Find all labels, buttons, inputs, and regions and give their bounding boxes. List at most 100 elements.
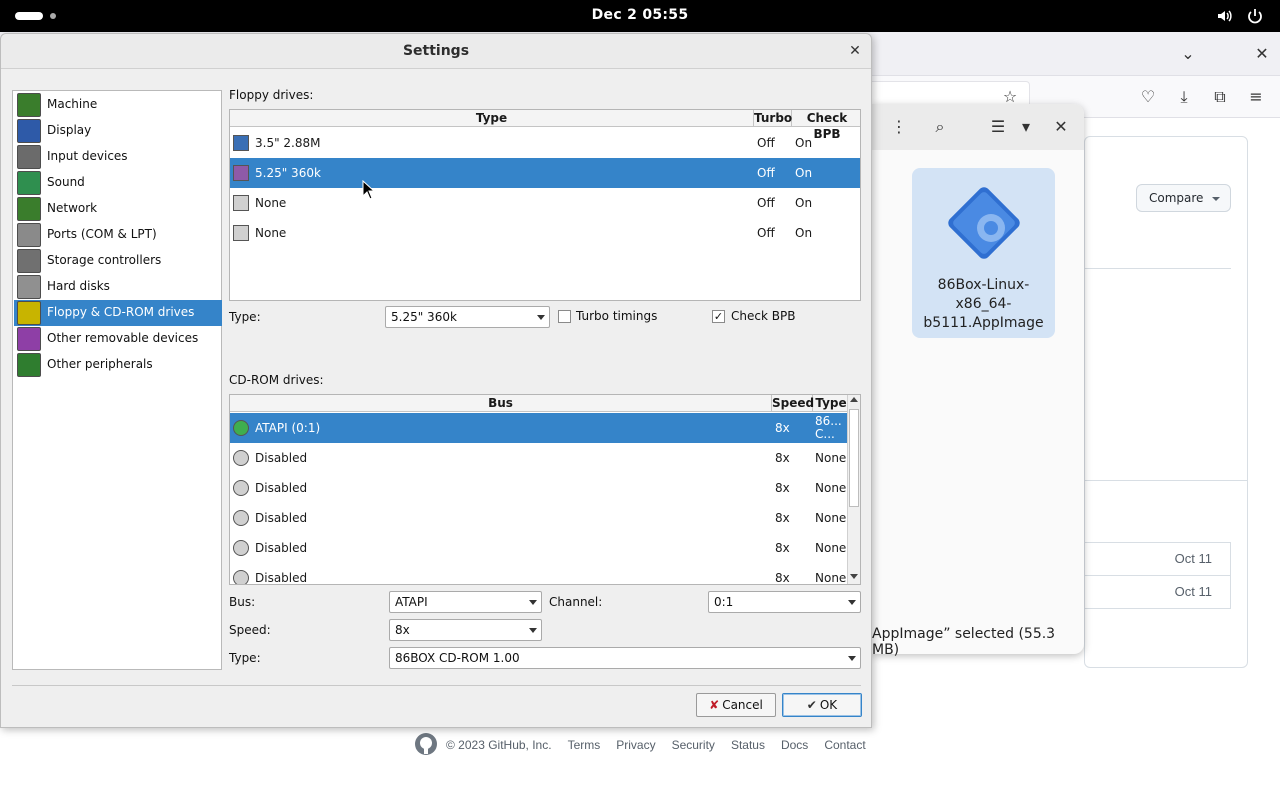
category-item[interactable]: Input devices [14,144,222,170]
activities-indicator[interactable] [15,11,56,21]
date-cell: Oct 11 [1084,575,1231,609]
cdrom-disabled-icon [233,540,249,556]
column-header-type[interactable]: Type [230,110,754,127]
dialog-title: Settings [1,34,871,69]
cell-type: 5.25" 360k [255,166,321,180]
footer-link-docs[interactable]: Docs [781,738,808,752]
cancel-button[interactable]: ✘ Cancel [696,693,776,717]
category-icon [17,93,41,117]
cell-bus: Disabled [255,481,308,495]
footer-link-security[interactable]: Security [672,738,715,752]
cell-turbo: Off [757,196,775,210]
search-icon[interactable]: ⌕ [929,116,951,138]
column-header-check-bpb[interactable]: Check BPB [792,110,860,141]
category-item[interactable]: Ports (COM & LPT) [14,222,222,248]
floppy-type-label: Type: [229,310,261,324]
power-icon[interactable] [1246,7,1264,28]
cdrom-disabled-icon [233,510,249,526]
ok-button[interactable]: ✔ OK [782,693,862,717]
close-icon[interactable]: ✕ [1050,116,1072,138]
channel-value: 0:1 [714,595,734,609]
mouse-cursor [362,179,376,203]
table-row[interactable]: Disabled 8x None [230,533,847,563]
table-row[interactable]: 5.25" 360k Off On [230,158,860,188]
table-row[interactable]: Disabled 8x None [230,503,847,533]
more-options-icon[interactable]: ⋮ [888,116,910,138]
table-row[interactable]: Disabled 8x None [230,473,847,503]
extensions-icon[interactable]: ⧉ [1209,86,1231,108]
category-icon [17,353,41,377]
cdrom-type-select[interactable]: 86BOX CD-ROM 1.00 [389,647,861,669]
check-bpb-checkbox[interactable]: ✓ [712,310,725,323]
menu-icon[interactable]: ≡ [1245,86,1267,108]
cell-type: 3.5" 2.88M [255,136,321,150]
vertical-scrollbar[interactable] [847,395,860,584]
scroll-down-icon[interactable] [850,574,858,579]
floppy-none-icon [233,195,249,211]
turbo-timings-checkbox[interactable] [558,310,571,323]
footer-link-terms[interactable]: Terms [568,738,601,752]
github-logo-icon[interactable] [414,732,438,759]
cell-turbo: Off [757,226,775,240]
cell-turbo: Off [757,166,775,180]
close-icon[interactable]: ✕ [846,42,864,60]
category-label: Ports (COM & LPT) [47,227,157,241]
category-item[interactable]: Storage controllers [14,248,222,274]
footer-link-status[interactable]: Status [731,738,765,752]
category-item[interactable]: Display [14,118,222,144]
table-row[interactable]: None Off On [230,218,860,248]
bus-select[interactable]: ATAPI [389,591,542,613]
cell-type: None [815,571,847,585]
category-item[interactable]: Machine [14,92,222,118]
list-view-icon[interactable]: ☰ [987,116,1009,138]
file-item[interactable]: 86Box-Linux- x86_64- b5111.AppImage [912,168,1055,338]
table-row[interactable]: Disabled 8x None [230,443,847,473]
cell-type: None [255,196,287,210]
bus-label: Bus: [229,595,256,609]
category-item[interactable]: Sound [14,170,222,196]
speed-select[interactable]: 8x [389,619,542,641]
footer-link-privacy[interactable]: Privacy [616,738,655,752]
pocket-icon[interactable]: ♡ [1137,86,1159,108]
column-header-type[interactable]: Type [813,395,849,412]
compare-button[interactable]: Compare [1136,184,1231,212]
category-label: Other removable devices [47,331,199,345]
cancel-label: Cancel [722,698,763,712]
volume-icon[interactable] [1216,7,1234,28]
category-item[interactable]: Hard disks [14,274,222,300]
cell-speed: 8x [775,421,790,435]
category-list: Machine Display Input devices Sound Network P… [12,90,222,670]
ok-label: OK [819,698,838,712]
channel-select[interactable]: 0:1 [708,591,861,613]
ok-icon: ✔ [806,698,817,712]
footer-link-contact[interactable]: Contact [824,738,865,752]
cdrom-type-label: Type: [229,651,261,665]
clock[interactable]: Dec 2 05:55 [540,7,740,23]
cell-check-bpb: On [795,136,813,150]
category-item[interactable]: Other removable devices [14,326,222,352]
floppy-type-select[interactable]: 5.25" 360k [385,306,550,328]
category-item[interactable]: Floppy & CD-ROM drives [14,300,222,326]
cell-type: None [815,481,847,495]
cell-type: None [815,451,847,465]
table-row[interactable]: 3.5" 2.88M Off On [230,128,860,158]
column-header-bus[interactable]: Bus [230,395,772,412]
appimage-icon [939,178,1029,271]
scrollbar-thumb[interactable] [849,409,859,507]
cdrom-section-label: CD-ROM drives: [229,373,324,387]
category-item[interactable]: Network [14,196,222,222]
scroll-up-icon[interactable] [850,397,858,402]
category-icon [17,249,41,273]
cell-check-bpb: On [795,226,813,240]
column-header-turbo[interactable]: Turbo [754,110,792,127]
column-header-speed[interactable]: Speed [772,395,814,412]
close-window-icon[interactable]: ✕ [1251,43,1273,65]
download-icon[interactable]: ⤓ [1173,86,1195,108]
category-item[interactable]: Other peripherals [14,352,222,378]
table-row[interactable]: None Off On [230,188,860,218]
view-options-chevron-icon[interactable]: ▾ [1015,116,1037,138]
table-row[interactable]: Disabled 8x None [230,563,847,585]
speed-value: 8x [395,623,410,637]
table-row[interactable]: ATAPI (0:1) 8x 86... C... [230,413,847,443]
chevron-down-icon[interactable]: ⌄ [1177,43,1199,65]
